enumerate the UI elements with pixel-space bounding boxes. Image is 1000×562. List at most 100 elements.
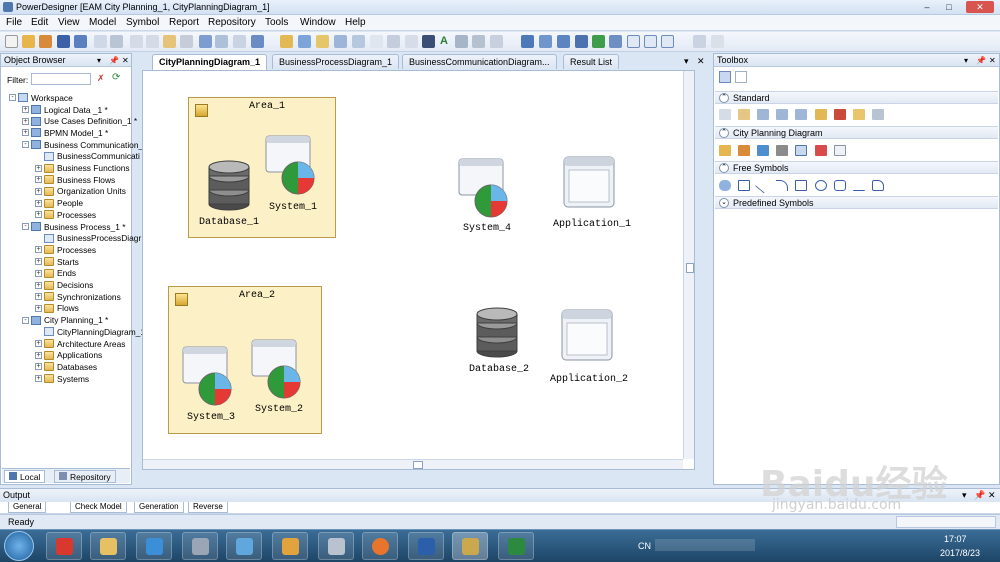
ime-toolbar[interactable] <box>896 516 996 528</box>
toolbox-section-predefined-symbols[interactable]: ⌄ Predefined Symbols <box>715 196 998 209</box>
collapse-icon[interactable]: - <box>22 223 29 231</box>
pointer-icon[interactable] <box>719 109 731 120</box>
model-folder-icon[interactable] <box>280 35 293 48</box>
zoom-fit-icon[interactable] <box>334 35 347 48</box>
tree-node[interactable]: BusinessProcessDiagr <box>35 232 141 244</box>
dropdown-icon[interactable]: ▾ <box>962 489 967 502</box>
close-icon[interactable]: ✕ <box>122 54 129 67</box>
view-output-icon[interactable] <box>644 35 657 48</box>
new-icon[interactable] <box>5 35 18 48</box>
package-icon[interactable] <box>316 35 329 48</box>
application-2[interactable] <box>559 308 615 366</box>
tree-node[interactable]: + BPMN Model_1 * <box>22 127 108 139</box>
expand-icon[interactable]: + <box>35 363 42 371</box>
paste-icon[interactable] <box>163 35 176 48</box>
polygon-tool-icon[interactable] <box>872 180 884 191</box>
validate-icon[interactable] <box>521 35 534 48</box>
database-1[interactable] <box>207 160 251 214</box>
arrow-style-icon[interactable] <box>472 35 485 48</box>
database-tool-icon[interactable] <box>776 145 788 156</box>
open-icon[interactable] <box>22 35 35 48</box>
expand-icon[interactable]: + <box>22 129 29 137</box>
collapse-icon[interactable]: - <box>22 316 29 324</box>
expand-icon[interactable]: + <box>35 375 42 383</box>
tree-node[interactable]: + People <box>35 197 83 209</box>
system-1[interactable] <box>264 132 320 198</box>
zoom-out-icon[interactable] <box>776 109 788 120</box>
horizontal-scroll-thumb[interactable] <box>413 461 423 469</box>
tree-node[interactable]: CityPlanningDiagram_1 <box>35 326 145 338</box>
tree-node[interactable]: + Decisions <box>35 279 93 291</box>
menu-edit[interactable]: Edit <box>31 17 48 28</box>
pin-icon[interactable]: 📌 <box>976 54 986 67</box>
tab-output-generation[interactable]: Generation <box>134 502 184 513</box>
menu-help[interactable]: Help <box>345 17 366 28</box>
tab-close-icon[interactable]: ✕ <box>697 56 705 67</box>
tree-node[interactable]: + Logical Data _1 * <box>22 104 108 116</box>
print-icon[interactable] <box>110 35 123 48</box>
system-tray[interactable] <box>655 539 755 551</box>
large-icons-view-icon[interactable] <box>719 71 731 83</box>
taskbar-firefox[interactable] <box>362 532 398 560</box>
check-model-icon[interactable] <box>539 35 552 48</box>
tree-node[interactable]: + Databases <box>35 361 97 373</box>
toolbox-section-city-planning[interactable]: ⌃ City Planning Diagram <box>715 126 998 139</box>
close-button[interactable]: ✕ <box>966 1 994 13</box>
tree-node[interactable]: + Use Cases Definition_1 * <box>22 115 137 127</box>
tab-businesscommunicationdiagram[interactable]: BusinessCommunicationDiagram... <box>402 54 557 69</box>
tree-node[interactable]: + Organization Units <box>35 186 126 198</box>
title-tool-icon[interactable] <box>738 180 750 191</box>
align-icon[interactable] <box>405 35 418 48</box>
menu-tools[interactable]: Tools <box>265 17 288 28</box>
expand-icon[interactable]: + <box>35 281 42 289</box>
properties-icon[interactable] <box>251 35 264 48</box>
menu-symbol[interactable]: Symbol <box>126 17 159 28</box>
filter-input[interactable] <box>31 73 91 85</box>
arc-tool-icon[interactable] <box>776 180 788 191</box>
close-icon[interactable]: ✕ <box>988 489 996 502</box>
page-icon[interactable] <box>352 35 365 48</box>
refresh-icon[interactable]: ⟳ <box>112 72 120 83</box>
tree-node[interactable]: - Business Process_1 * <box>22 221 125 233</box>
open-diagram-icon[interactable] <box>795 109 807 120</box>
delete-icon[interactable] <box>180 35 193 48</box>
toolbox-section-free-symbols[interactable]: ⌃ Free Symbols <box>715 161 998 174</box>
collapse-icon[interactable]: - <box>9 94 16 102</box>
pin-icon[interactable]: 📌 <box>974 489 985 502</box>
tree-node[interactable]: + Synchronizations <box>35 291 121 303</box>
tree-node[interactable]: + Ends <box>35 268 76 280</box>
tree-node[interactable]: + Processes <box>35 209 96 221</box>
tab-list-dropdown-icon[interactable]: ▾ <box>684 56 689 67</box>
tree-node[interactable]: + Starts <box>35 256 79 268</box>
horizontal-scrollbar[interactable] <box>143 459 683 469</box>
rounded-rectangle-tool-icon[interactable] <box>834 180 846 191</box>
save-all-icon[interactable] <box>74 35 87 48</box>
system-tool-icon[interactable] <box>757 145 769 156</box>
document-tool-icon[interactable] <box>834 145 846 156</box>
line-tool-icon[interactable] <box>754 177 772 194</box>
properties-tool-icon[interactable] <box>815 109 827 120</box>
taskbar-app-1[interactable] <box>46 532 82 560</box>
print-diagram-icon[interactable] <box>693 35 706 48</box>
tree-node[interactable]: - City Planning_1 * <box>22 314 108 326</box>
menu-model[interactable]: Model <box>89 17 116 28</box>
undo-icon[interactable] <box>199 35 212 48</box>
expand-icon[interactable]: + <box>35 293 42 301</box>
taskbar-powerdesigner[interactable] <box>452 532 488 560</box>
fill-style-icon[interactable] <box>490 35 503 48</box>
database-2[interactable] <box>475 307 519 361</box>
taskbar-excel[interactable] <box>498 532 534 560</box>
line-style-icon[interactable] <box>455 35 468 48</box>
polyline-tool-icon[interactable] <box>853 180 865 191</box>
tab-cityplanningdiagram[interactable]: CityPlanningDiagram_1 <box>152 54 268 70</box>
cut-icon[interactable] <box>130 35 143 48</box>
tab-output-general[interactable]: General <box>8 502 47 513</box>
tree-node[interactable]: + Business Functions <box>35 162 130 174</box>
system-2[interactable] <box>250 336 306 402</box>
grid-icon[interactable] <box>387 35 400 48</box>
close-icon[interactable]: ✕ <box>989 54 996 67</box>
rectangle-tool-icon[interactable] <box>795 180 807 191</box>
start-button[interactable] <box>4 531 34 561</box>
redo-icon[interactable] <box>215 35 228 48</box>
clear-filter-icon[interactable]: ✗ <box>97 73 105 84</box>
